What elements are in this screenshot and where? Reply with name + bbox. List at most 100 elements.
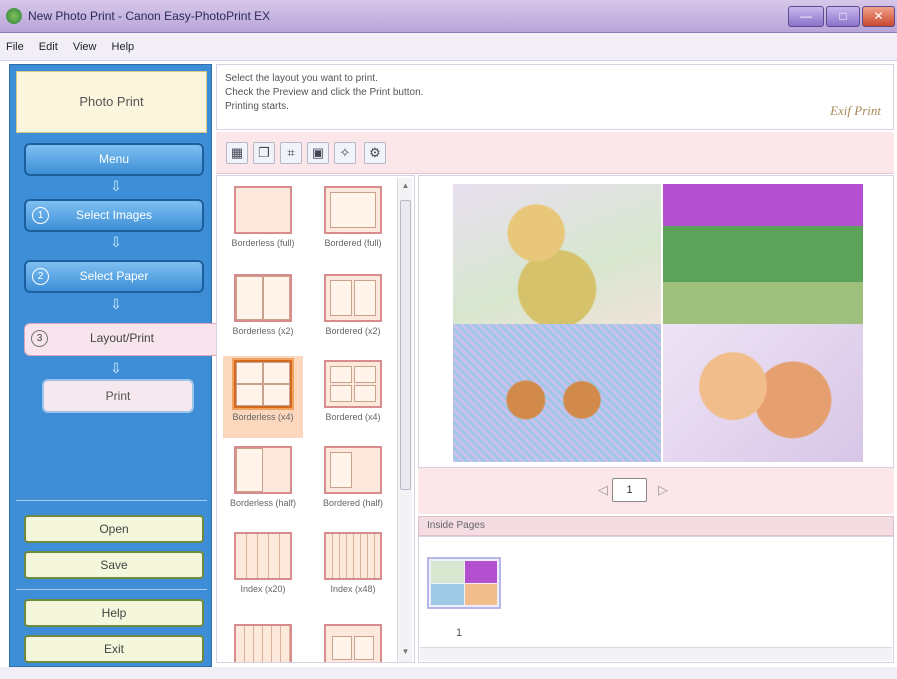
- layout-print-step[interactable]: 3 Layout/Print: [24, 323, 220, 356]
- minimize-button[interactable]: —: [788, 6, 824, 27]
- layout-borderless-x2[interactable]: Borderless (x2): [223, 274, 303, 337]
- layout-label: Bordered (x4): [325, 412, 381, 422]
- open-button[interactable]: Open: [24, 515, 204, 543]
- menu-button-label: Menu: [98, 152, 130, 166]
- effects-icon[interactable]: ✧: [334, 142, 356, 164]
- menu-view[interactable]: View: [67, 33, 103, 53]
- layout-print-label: Layout/Print: [89, 331, 155, 345]
- layout-thumbnail: [324, 186, 382, 234]
- layout-bordered-x2[interactable]: Bordered (x2): [313, 274, 393, 337]
- menu-help[interactable]: Help: [106, 33, 141, 53]
- step-number: 3: [31, 330, 48, 347]
- layout-label: Index (x20): [240, 584, 286, 594]
- crop-icon[interactable]: ⌗: [280, 142, 302, 164]
- menu-bar: File Edit View Help: [0, 33, 897, 61]
- layout-label: Index (x48): [330, 584, 376, 594]
- scroll-up-icon[interactable]: ▲: [400, 181, 411, 193]
- instruction-line: Check the Preview and click the Print bu…: [225, 87, 424, 98]
- menu-file[interactable]: File: [0, 33, 30, 53]
- layout-thumbnail: [234, 532, 292, 580]
- layout-scrollbar[interactable]: ▲ ▼: [397, 178, 412, 662]
- step-number: 1: [32, 207, 49, 224]
- exif-print-logo: Exif Print: [830, 103, 881, 118]
- layout-icon[interactable]: ▦: [226, 142, 248, 164]
- layout-thumbnail: [324, 532, 382, 580]
- layout-thumbnail: [234, 624, 292, 662]
- page-navigator: ◁ 1 ▷: [418, 468, 894, 514]
- layout-borderless-half[interactable]: Borderless (half): [223, 446, 303, 509]
- layout-borderless-full[interactable]: Borderless (full): [223, 186, 303, 249]
- app-icon: [6, 8, 22, 24]
- select-paper-button[interactable]: 2 Select Paper: [24, 260, 204, 293]
- preview-photo: [453, 324, 661, 462]
- page-thumbnail[interactable]: [427, 557, 501, 609]
- step-number: 2: [32, 268, 49, 285]
- page-thumbnail-number: 1: [456, 627, 463, 639]
- copy-icon[interactable]: ❐: [253, 142, 275, 164]
- menu-edit[interactable]: Edit: [33, 33, 64, 53]
- layout-label: Bordered (full): [324, 238, 382, 248]
- layout-item[interactable]: [223, 624, 303, 662]
- close-button[interactable]: ✕: [862, 6, 895, 27]
- layout-label: Bordered (half): [322, 498, 384, 508]
- scroll-thumb[interactable]: [400, 200, 411, 490]
- image-icon[interactable]: ▣: [307, 142, 329, 164]
- previous-page-icon[interactable]: ◁: [598, 482, 608, 498]
- layout-borderless-x4[interactable]: Borderless (x4): [223, 356, 303, 438]
- layout-thumbnail: [234, 186, 292, 234]
- status-bar: [0, 667, 897, 679]
- inside-pages-panel: 1: [418, 536, 894, 663]
- help-button[interactable]: Help: [24, 599, 204, 627]
- print-button[interactable]: Print: [42, 379, 194, 413]
- layout-thumbnail: [234, 360, 292, 408]
- layout-thumbnail: [324, 360, 382, 408]
- down-arrow-icon: ⇩: [110, 178, 122, 194]
- down-arrow-icon: ⇩: [110, 234, 122, 250]
- save-button[interactable]: Save: [24, 551, 204, 579]
- window-title: New Photo Print - Canon Easy-PhotoPrint …: [28, 9, 271, 23]
- select-images-label: Select Images: [75, 208, 153, 222]
- toolbar: ▦ ❐ ⌗ ▣ ✧ ⚙: [216, 132, 894, 174]
- next-page-icon[interactable]: ▷: [658, 482, 668, 498]
- preview-photo: [663, 324, 863, 462]
- inside-pages-scrollbar[interactable]: [420, 647, 892, 661]
- select-paper-label: Select Paper: [79, 269, 149, 283]
- page-number-field[interactable]: 1: [612, 478, 647, 502]
- settings-icon[interactable]: ⚙: [364, 142, 386, 164]
- layout-label: Borderless (half): [229, 498, 297, 508]
- down-arrow-icon: ⇩: [110, 296, 122, 312]
- layout-index-x20[interactable]: Index (x20): [223, 532, 303, 595]
- instructions-panel: Select the layout you want to print. Che…: [216, 64, 894, 130]
- instruction-line: Printing starts.: [225, 101, 289, 112]
- select-images-button[interactable]: 1 Select Images: [24, 199, 204, 232]
- inside-pages-title: Inside Pages: [427, 520, 485, 531]
- layout-bordered-x4[interactable]: Bordered (x4): [313, 360, 393, 423]
- preview-panel: [418, 175, 894, 468]
- layout-label: Bordered (x2): [325, 326, 381, 336]
- divider: [16, 589, 207, 590]
- title-bar: New Photo Print - Canon Easy-PhotoPrint …: [0, 0, 897, 33]
- layout-thumbnail: [234, 446, 292, 494]
- layout-thumbnail: [324, 624, 382, 662]
- down-arrow-icon: ⇩: [110, 360, 122, 376]
- scroll-down-icon[interactable]: ▼: [400, 647, 411, 659]
- preview-photo: [453, 184, 661, 324]
- layout-label: Borderless (full): [231, 238, 295, 248]
- inside-pages-header: Inside Pages: [418, 516, 894, 536]
- layout-label: Borderless (x2): [232, 326, 294, 336]
- divider: [16, 500, 207, 501]
- maximize-button[interactable]: □: [826, 6, 860, 27]
- layout-bordered-full[interactable]: Bordered (full): [313, 186, 393, 249]
- layout-thumbnail: [324, 274, 382, 322]
- instruction-line: Select the layout you want to print.: [225, 73, 378, 84]
- preview-photo: [663, 184, 863, 324]
- layout-bordered-half[interactable]: Bordered (half): [313, 446, 393, 509]
- layout-item[interactable]: [313, 624, 393, 662]
- layout-label: Borderless (x4): [232, 412, 294, 422]
- layout-list: Borderless (full) Bordered (full) Border…: [216, 175, 415, 663]
- sidebar-header: Photo Print: [16, 71, 207, 133]
- layout-thumbnail: [234, 274, 292, 322]
- menu-button[interactable]: Menu: [24, 143, 204, 176]
- layout-index-x48[interactable]: Index (x48): [313, 532, 393, 595]
- exit-button[interactable]: Exit: [24, 635, 204, 663]
